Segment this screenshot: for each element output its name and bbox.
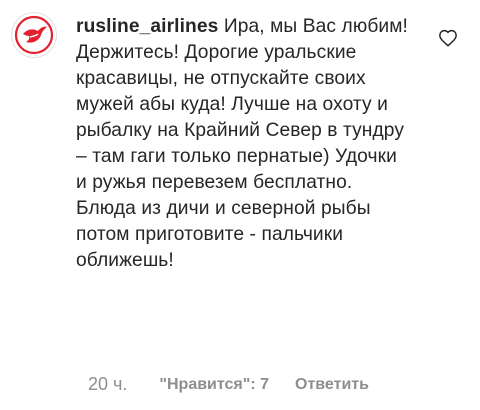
comment-likes-count[interactable]: "Нравится": 7 [159,376,269,394]
comment-text: Ира, мы Вас любим! Держитесь! Дорогие ур… [76,16,408,271]
reply-button[interactable]: Ответить [295,376,369,394]
avatar[interactable] [11,12,57,58]
airline-bird-logo-icon [14,15,54,55]
comment-item: rusline_airlines Ира, мы Вас любим! Держ… [0,0,480,410]
comment-meta: 20 ч. "Нравится": 7 Ответить [88,374,369,395]
heart-outline-icon[interactable] [438,29,458,47]
comment-body: rusline_airlines Ира, мы Вас любим! Держ… [76,14,408,274]
comment-username[interactable]: rusline_airlines [76,16,218,37]
comment-timestamp[interactable]: 20 ч. [88,374,127,395]
